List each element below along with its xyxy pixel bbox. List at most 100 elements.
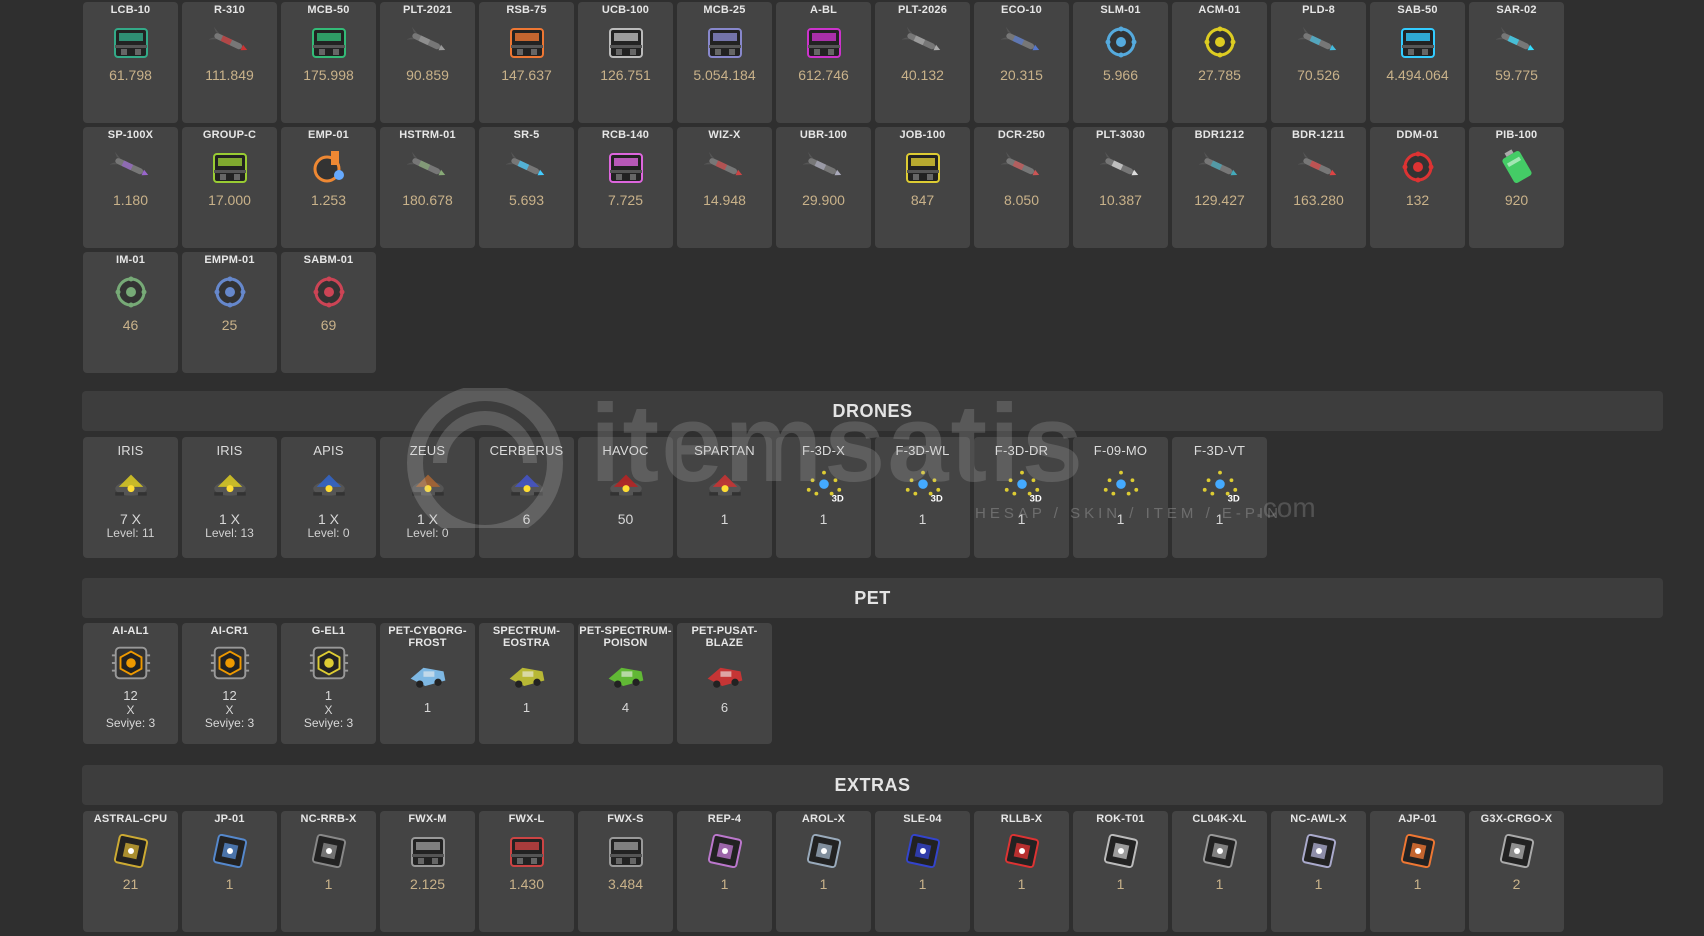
ammo-card[interactable]: IM-01 46 (83, 252, 178, 373)
ammo-card[interactable]: PIB-100 920 (1469, 127, 1564, 248)
ammo-card[interactable]: PLT-3030 10.387 (1073, 127, 1168, 248)
item-quantity: 69 (320, 317, 337, 333)
extra-card[interactable]: REP-4 1 (677, 811, 772, 932)
extra-card[interactable]: AROL-X 1 (776, 811, 871, 932)
ammo-card[interactable]: PLT-2021 90.859 (380, 2, 475, 123)
pet-blaze-icon (704, 654, 746, 696)
drone-card[interactable]: IRIS 7 X Level: 11 (83, 437, 178, 558)
extra-card[interactable]: JP-01 1 (182, 811, 277, 932)
item-name: F-3D-VT (1193, 443, 1246, 458)
cpu-blue-icon (902, 830, 944, 872)
pet-card[interactable]: PET-SPECTRUM-POISON 4 (578, 623, 673, 744)
ammo-card[interactable]: RCB-140 7.725 (578, 127, 673, 248)
pet-card[interactable]: AI-AL1 12 X Seviye: 3 (83, 623, 178, 744)
ammo-card[interactable]: PLD-8 70.526 (1271, 2, 1366, 123)
ammo-card[interactable]: SAB-50 4.494.064 (1370, 2, 1465, 123)
drone-card[interactable]: APIS 1 X Level: 0 (281, 437, 376, 558)
item-quantity-line: 6 (720, 700, 729, 715)
item-name: DCR-250 (997, 129, 1046, 141)
ammo-card[interactable]: DDM-01 132 (1370, 127, 1465, 248)
item-quantity: 1.180 (112, 192, 149, 208)
extras-title: EXTRAS (834, 774, 911, 795)
ammo-card[interactable]: SABM-01 69 (281, 252, 376, 373)
pet-card[interactable]: SPECTRUM-EOSTRA 1 (479, 623, 574, 744)
ammo-card[interactable]: RSB-75 147.637 (479, 2, 574, 123)
rocket-red-icon (703, 146, 746, 188)
item-name: APIS (313, 443, 344, 458)
item-quantity-line: Seviye: 3 (204, 716, 255, 730)
ammo-card[interactable]: EMPM-01 25 (182, 252, 277, 373)
extra-card[interactable]: NC-AWL-X 1 (1271, 811, 1366, 932)
extra-card[interactable]: FWX-S 3.484 (578, 811, 673, 932)
drone-card[interactable]: ZEUS 1 X Level: 0 (380, 437, 475, 558)
ammo-card[interactable]: DCR-250 8.050 (974, 127, 1069, 248)
extra-card[interactable]: AJP-01 1 (1370, 811, 1465, 932)
item-quantity: 5.966 (1102, 67, 1139, 83)
ammo-card[interactable]: WIZ-X 14.948 (677, 127, 772, 248)
ammo-card[interactable]: JOB-100 847 (875, 127, 970, 248)
item-name: PET-SPECTRUM-POISON (579, 625, 672, 649)
cloak-cpu-icon (1199, 830, 1241, 872)
ammo-card[interactable]: SLM-01 5.966 (1073, 2, 1168, 123)
drone-card[interactable]: CERBERUS 6 (479, 437, 574, 558)
item-quantity-line: 4 (621, 700, 630, 715)
pet-card[interactable]: PET-PUSAT-BLAZE 6 (677, 623, 772, 744)
extra-card[interactable]: G3X-CRGO-X 2 (1469, 811, 1564, 932)
item-name: IRIS (117, 443, 144, 458)
ammo-card[interactable]: SAR-02 59.775 (1469, 2, 1564, 123)
ammo-card[interactable]: LCB-10 61.798 (83, 2, 178, 123)
extra-card[interactable]: ROK-T01 1 (1073, 811, 1168, 932)
rocket-cyan-icon (1495, 21, 1538, 63)
ammo-card[interactable]: UBR-100 29.900 (776, 127, 871, 248)
item-name: SP-100X (107, 129, 154, 141)
extra-card[interactable]: CL04K-XL 1 (1172, 811, 1267, 932)
item-name: F-09-MO (1093, 443, 1148, 458)
item-quantity: 847 (910, 192, 935, 208)
extra-card[interactable]: NC-RRB-X 1 (281, 811, 376, 932)
ammo-card[interactable]: BDR-1211 163.280 (1271, 127, 1366, 248)
ammo-card[interactable]: SP-100X 1.180 (83, 127, 178, 248)
extra-card[interactable]: ASTRAL-CPU 21 (83, 811, 178, 932)
ammo-card[interactable]: GROUP-C 17.000 (182, 127, 277, 248)
ammo-card[interactable]: R-310 111.849 (182, 2, 277, 123)
ammo-card[interactable]: MCB-25 5.054.184 (677, 2, 772, 123)
watermark-tagline: HESAP / SKIN / ITEM / E-PIN (975, 505, 1282, 522)
item-quantity: 1 X (218, 511, 240, 527)
pet-card[interactable]: AI-CR1 12 X Seviye: 3 (182, 623, 277, 744)
ammo-card[interactable]: EMP-01 1.253 (281, 127, 376, 248)
item-quantity: 1 (324, 876, 333, 892)
ammo-card[interactable]: PLT-2026 40.132 (875, 2, 970, 123)
cpu-arol-icon (803, 830, 845, 872)
rocket-blue-icon (1000, 21, 1043, 63)
drone-card[interactable]: F-3D-VT 3D 1 (1172, 437, 1267, 558)
item-quantity: 1.253 (310, 192, 347, 208)
pet-card[interactable]: G-EL1 1 X Seviye: 3 (281, 623, 376, 744)
ammo-card[interactable]: HSTRM-01 180.678 (380, 127, 475, 248)
ammo-card[interactable]: ECO-10 20.315 (974, 2, 1069, 123)
item-name: RLLB-X (1000, 813, 1043, 825)
ammo-card[interactable]: BDR1212 129.427 (1172, 127, 1267, 248)
item-name: MCB-50 (307, 4, 350, 16)
drone-card[interactable]: F-09-MO 1 (1073, 437, 1168, 558)
drone-card[interactable]: IRIS 1 X Level: 13 (182, 437, 277, 558)
extra-card[interactable]: FWX-L 1.430 (479, 811, 574, 932)
item-quantity: 612.746 (798, 67, 849, 83)
extra-card[interactable]: SLE-04 1 (875, 811, 970, 932)
item-name: SAR-02 (1496, 4, 1537, 16)
pet-spectrum-icon (506, 654, 548, 696)
pet-card[interactable]: PET-CYBORG-FROST 1 (380, 623, 475, 744)
extra-card[interactable]: RLLB-X 1 (974, 811, 1069, 932)
cpu-rllb-icon (1001, 830, 1043, 872)
item-quantity: 1 (1116, 876, 1125, 892)
ammo-card[interactable]: MCB-50 175.998 (281, 2, 376, 123)
ammo-card[interactable]: SR-5 5.693 (479, 127, 574, 248)
extra-card[interactable]: FWX-M 2.125 (380, 811, 475, 932)
ammo-card[interactable]: ACM-01 27.785 (1172, 2, 1267, 123)
item-name: ACM-01 (1198, 4, 1241, 16)
ammo-card[interactable]: A-BL 612.746 (776, 2, 871, 123)
ammo-card[interactable]: UCB-100 126.751 (578, 2, 673, 123)
pet-grid: AI-AL1 12 X Seviye: 3 AI-CR1 12 X Seviye: 3 G-EL… (83, 623, 1663, 748)
item-quantity: 17.000 (208, 192, 251, 208)
chip-orange-icon (110, 642, 152, 684)
ammo-grid: LCB-10 61.798 R-310 111.849 MCB-50 175.998 PLT… (83, 2, 1663, 377)
